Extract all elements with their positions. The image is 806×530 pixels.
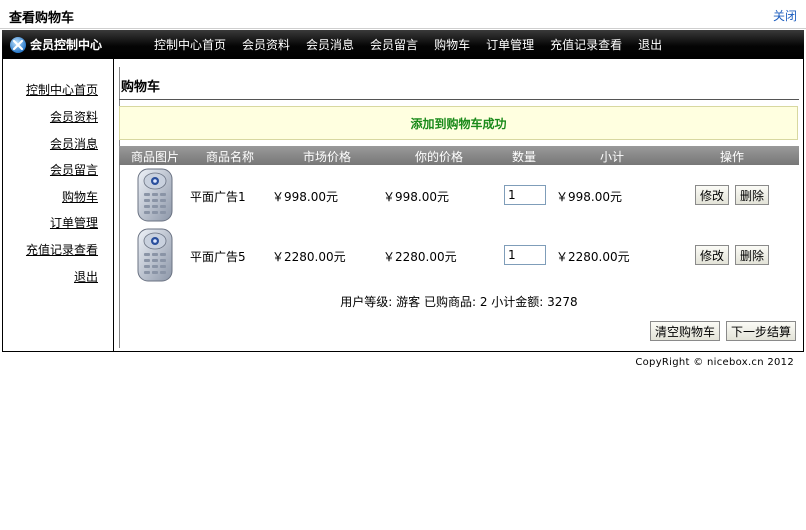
product-phone-image bbox=[137, 228, 173, 282]
nav-item-cart[interactable]: 购物车 bbox=[434, 36, 470, 53]
delete-button[interactable]: 删除 bbox=[735, 185, 770, 205]
window-title: 查看购物车 bbox=[9, 11, 75, 26]
column-header-market-price: 市场价格 bbox=[303, 150, 352, 164]
column-header-name: 商品名称 bbox=[206, 150, 255, 164]
product-name: 平面广告5 bbox=[190, 250, 246, 264]
cart-window: 查看购物车 关闭 会员控制中心 控制中心首页 会员资料 会员消息 会员留言 购物… bbox=[0, 0, 806, 530]
column-header-subtotal: 小计 bbox=[600, 150, 625, 164]
product-phone-image bbox=[137, 168, 173, 222]
nav-item-profile[interactable]: 会员资料 bbox=[242, 36, 290, 53]
brand: 会员控制中心 bbox=[10, 35, 102, 54]
title-divider bbox=[119, 99, 799, 100]
nav-item-recharge[interactable]: 充值记录查看 bbox=[550, 36, 622, 53]
column-header-your-price: 你的价格 bbox=[415, 150, 464, 164]
edit-button[interactable]: 修改 bbox=[695, 245, 730, 265]
nav-item-logout[interactable]: 退出 bbox=[638, 36, 662, 53]
sidebar-item-recharge[interactable]: 充值记录查看 bbox=[26, 241, 98, 258]
nav-item-orders[interactable]: 订单管理 bbox=[486, 36, 534, 53]
sidebar-item-guestbook[interactable]: 会员留言 bbox=[50, 161, 98, 178]
sidebar: 控制中心首页 会员资料 会员消息 会员留言 购物车 订单管理 充值记录查看 退出 bbox=[2, 59, 114, 351]
edit-button[interactable]: 修改 bbox=[695, 185, 730, 205]
market-price: ￥998.00元 bbox=[272, 190, 338, 204]
sidebar-item-profile[interactable]: 会员资料 bbox=[50, 108, 98, 125]
sidebar-item-home[interactable]: 控制中心首页 bbox=[26, 81, 98, 98]
delete-button[interactable]: 删除 bbox=[735, 245, 770, 265]
sidebar-item-orders[interactable]: 订单管理 bbox=[50, 214, 98, 231]
checkout-button[interactable]: 下一步结算 bbox=[726, 321, 797, 341]
column-header-quantity: 数量 bbox=[512, 150, 537, 164]
table-row: 平面广告1 ￥998.00元 ￥998.00元 ￥998.00元 修改 删除 bbox=[119, 167, 799, 225]
product-name: 平面广告1 bbox=[190, 190, 246, 204]
quantity-input[interactable] bbox=[504, 185, 546, 205]
sidebar-item-messages[interactable]: 会员消息 bbox=[50, 135, 98, 152]
page-title: 购物车 bbox=[121, 80, 161, 95]
your-price: ￥998.00元 bbox=[383, 190, 449, 204]
market-price: ￥2280.00元 bbox=[272, 250, 346, 264]
nav-item-guestbook[interactable]: 会员留言 bbox=[370, 36, 418, 53]
brand-logo-icon bbox=[10, 36, 26, 53]
success-notice: 添加到购物车成功 bbox=[119, 106, 798, 140]
your-price: ￥2280.00元 bbox=[383, 250, 457, 264]
close-link[interactable]: 关闭 bbox=[773, 7, 797, 24]
nav-item-home[interactable]: 控制中心首页 bbox=[154, 36, 226, 53]
column-header-actions: 操作 bbox=[720, 150, 745, 164]
cart-table-header: 商品图片 商品名称 市场价格 你的价格 数量 小计 操作 bbox=[119, 146, 799, 165]
column-header-image: 商品图片 bbox=[131, 150, 180, 164]
nav-menu: 控制中心首页 会员资料 会员消息 会员留言 购物车 订单管理 充值记录查看 退出 bbox=[154, 30, 678, 59]
clear-cart-button[interactable]: 清空购物车 bbox=[650, 321, 721, 341]
quantity-input[interactable] bbox=[504, 245, 546, 265]
cart-summary: 用户等级: 游客 已购商品: 2 小计金额: 3278 bbox=[340, 295, 578, 309]
copyright-footer: CopyRight © nicebox.cn 2012 bbox=[635, 357, 794, 368]
subtotal: ￥998.00元 bbox=[556, 190, 622, 204]
top-navbar: 会员控制中心 控制中心首页 会员资料 会员消息 会员留言 购物车 订单管理 充值… bbox=[2, 30, 804, 59]
nav-item-messages[interactable]: 会员消息 bbox=[306, 36, 354, 53]
title-bar: 查看购物车 关闭 bbox=[0, 0, 806, 29]
sidebar-item-logout[interactable]: 退出 bbox=[74, 268, 98, 285]
sidebar-item-cart[interactable]: 购物车 bbox=[62, 188, 98, 205]
subtotal: ￥2280.00元 bbox=[556, 250, 630, 264]
table-row: 平面广告5 ￥2280.00元 ￥2280.00元 ￥2280.00元 修改 删… bbox=[119, 227, 799, 285]
success-message: 添加到购物车成功 bbox=[410, 116, 507, 131]
brand-name: 会员控制中心 bbox=[30, 38, 103, 52]
